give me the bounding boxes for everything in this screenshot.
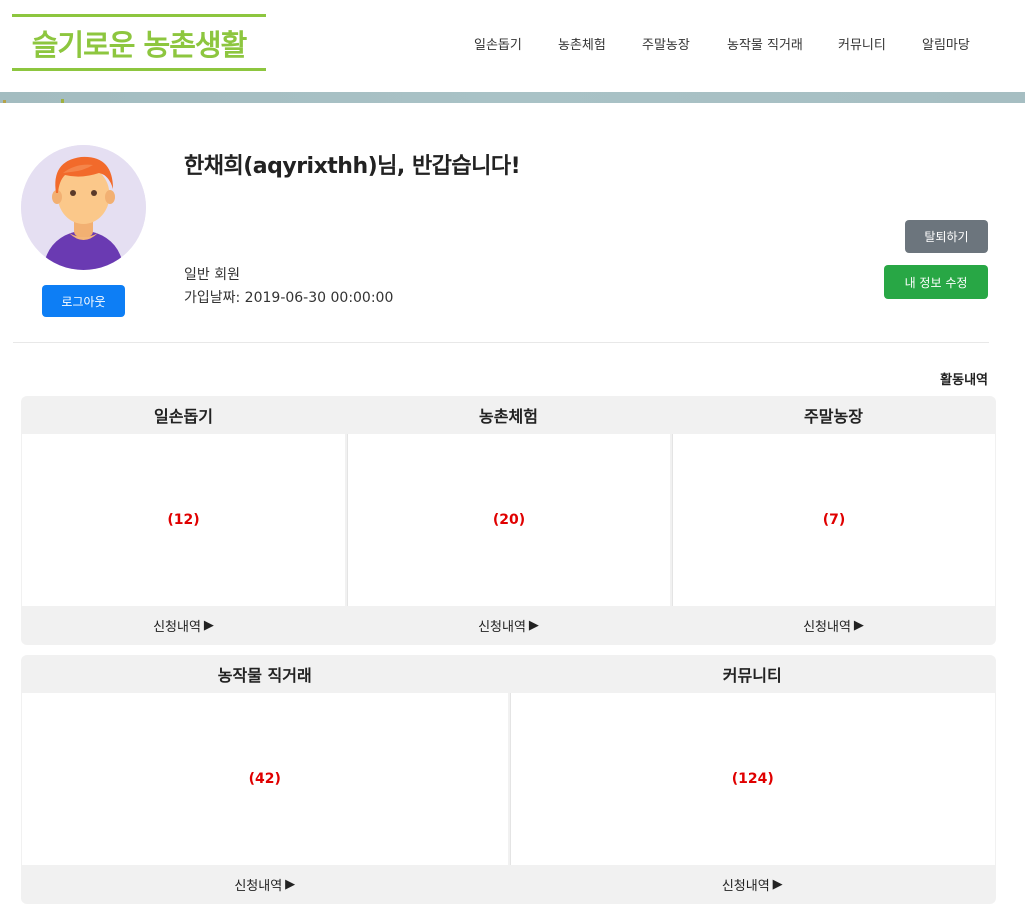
card-title: 농촌체험 xyxy=(479,407,538,426)
user-avatar-icon xyxy=(21,145,146,270)
activity-row: 농작물 직거래 (42) 신청내역 ▶ 커뮤니티 (124) 신청내역 ▶ xyxy=(21,655,996,904)
card-title: 주말농장 xyxy=(804,407,863,426)
greeting-title: 한채희(aqyrixthh)님, 반갑습니다! xyxy=(184,154,521,179)
nav-item-volunteer[interactable]: 일손돕기 xyxy=(474,34,522,53)
join-date: 가입날짜: 2019-06-30 00:00:00 xyxy=(184,290,394,306)
divider xyxy=(13,342,989,343)
withdraw-button[interactable]: 탈퇴하기 xyxy=(905,220,988,253)
card-count: (7) xyxy=(822,512,846,528)
link-label: 신청내역 xyxy=(153,620,201,635)
play-arrow-icon: ▶ xyxy=(285,877,296,892)
card-body: (42) xyxy=(22,693,508,865)
nav-item-community[interactable]: 커뮤니티 xyxy=(838,34,886,53)
activity-card-experience: 농촌체험 (20) 신청내역 ▶ xyxy=(346,396,671,645)
card-title: 농작물 직거래 xyxy=(217,666,312,685)
nav-item-experience[interactable]: 농촌체험 xyxy=(558,34,606,53)
card-body: (124) xyxy=(509,693,995,865)
play-arrow-icon: ▶ xyxy=(203,618,214,633)
card-body: (20) xyxy=(347,434,670,606)
edit-profile-button[interactable]: 내 정보 수정 xyxy=(884,265,988,299)
play-arrow-icon: ▶ xyxy=(853,618,864,633)
card-title: 커뮤니티 xyxy=(722,666,782,685)
logout-button[interactable]: 로그아웃 xyxy=(42,285,125,317)
application-history-link[interactable]: 신청내역 ▶ xyxy=(346,606,671,645)
link-label: 신청내역 xyxy=(803,620,851,635)
main-nav: 일손돕기 농촌체험 주말농장 농작물 직거래 커뮤니티 알림마당 xyxy=(0,34,1025,54)
card-count: (124) xyxy=(731,771,774,787)
application-history-link[interactable]: 신청내역 ▶ xyxy=(671,606,996,645)
card-count: (20) xyxy=(492,512,526,528)
application-history-link[interactable]: 신청내역 ▶ xyxy=(21,865,509,904)
card-count: (12) xyxy=(167,512,200,528)
activity-card-community: 커뮤니티 (124) 신청내역 ▶ xyxy=(509,655,997,904)
sprout-decoration xyxy=(3,100,6,103)
member-type: 일반 회원 xyxy=(184,267,240,283)
nav-item-direct-trade[interactable]: 농작물 직거래 xyxy=(727,34,803,53)
link-label: 신청내역 xyxy=(234,879,283,894)
application-history-link[interactable]: 신청내역 ▶ xyxy=(509,865,997,904)
site-header: 슬기로운 농촌생활 일손돕기 농촌체험 주말농장 농작물 직거래 커뮤니티 알림… xyxy=(0,0,1025,92)
card-body: (7) xyxy=(672,434,995,606)
activity-card-direct-trade: 농작물 직거래 (42) 신청내역 ▶ xyxy=(21,655,509,904)
sprout-decoration xyxy=(61,99,64,103)
card-body: (12) xyxy=(22,434,345,606)
banner-strip xyxy=(0,92,1025,103)
activity-card-volunteer: 일손돕기 (12) 신청내역 ▶ xyxy=(21,396,346,645)
play-arrow-icon: ▶ xyxy=(528,618,539,633)
nav-item-notice[interactable]: 알림마당 xyxy=(922,34,970,53)
link-label: 신청내역 xyxy=(721,879,770,894)
card-title: 일손돕기 xyxy=(154,407,213,426)
activity-row: 일손돕기 (12) 신청내역 ▶ 농촌체험 (20) 신청내역 ▶ 주말농장 (… xyxy=(21,396,996,645)
application-history-link[interactable]: 신청내역 ▶ xyxy=(21,606,346,645)
link-label: 신청내역 xyxy=(478,620,526,635)
play-arrow-icon: ▶ xyxy=(772,877,783,892)
activity-title: 활동내역 xyxy=(940,373,988,388)
activity-card-weekend-farm: 주말농장 (7) 신청내역 ▶ xyxy=(671,396,996,645)
card-count: (42) xyxy=(248,771,281,787)
nav-item-weekend-farm[interactable]: 주말농장 xyxy=(642,34,690,53)
